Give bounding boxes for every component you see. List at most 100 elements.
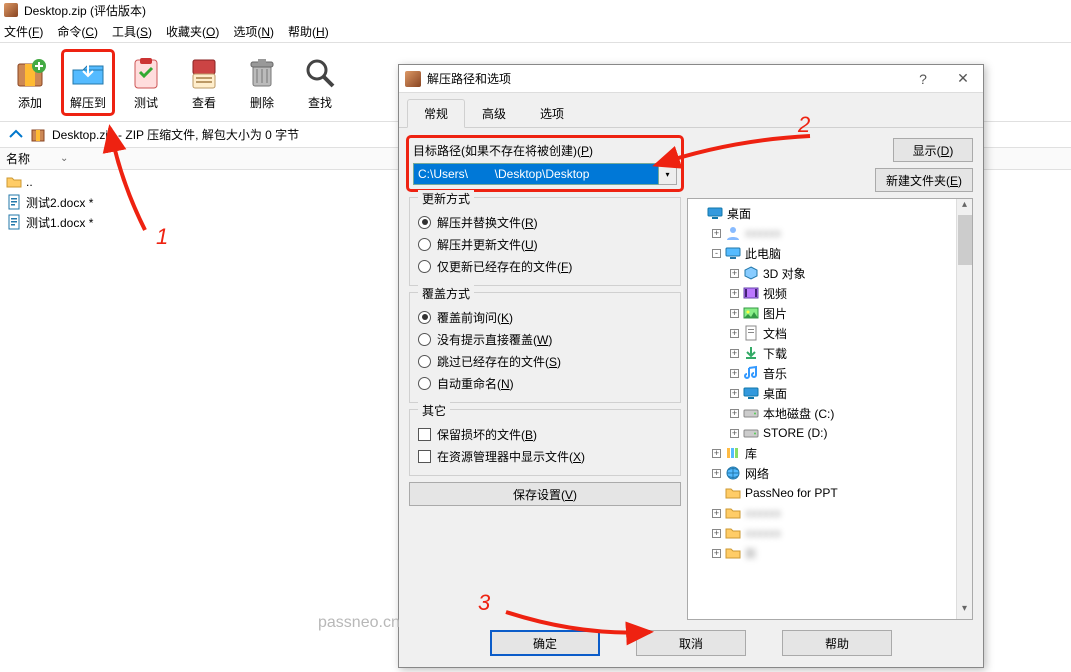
- tree-expander-icon[interactable]: +: [730, 289, 739, 298]
- tree-item[interactable]: +库: [690, 443, 970, 463]
- menu-item[interactable]: 选项(N): [233, 23, 274, 40]
- option-row[interactable]: 解压并更新文件(U): [418, 233, 672, 255]
- radio-icon[interactable]: [418, 311, 431, 324]
- cancel-button[interactable]: 取消: [636, 630, 746, 656]
- radio-icon[interactable]: [418, 355, 431, 368]
- tree-item[interactable]: +STORE (D:): [690, 423, 970, 443]
- find-button[interactable]: 查找: [296, 54, 344, 111]
- option-label: 覆盖前询问(K): [437, 309, 513, 326]
- tree-label: 库: [745, 445, 757, 462]
- help-button[interactable]: 帮助: [782, 630, 892, 656]
- dialog-title-bar[interactable]: 解压路径和选项 ? ✕: [399, 65, 983, 93]
- test-button[interactable]: 测试: [122, 54, 170, 111]
- folder-tree[interactable]: 桌面+xxxxxx-此电脑+3D 对象+视频+图片+文档+下载+音乐+桌面+本地…: [687, 198, 973, 620]
- desktop-icon: [707, 205, 723, 221]
- tree-item[interactable]: -此电脑: [690, 243, 970, 263]
- option-row[interactable]: 解压并替换文件(R): [418, 211, 672, 233]
- tree-item[interactable]: PassNeo for PPT: [690, 483, 970, 503]
- tree-item[interactable]: +xxxxxx: [690, 523, 970, 543]
- sort-indicator-icon: ⌄: [60, 153, 68, 164]
- option-row[interactable]: 跳过已经存在的文件(S): [418, 350, 672, 372]
- dialog-help-button[interactable]: ?: [903, 65, 943, 92]
- menu-item[interactable]: 文件(F): [4, 23, 43, 40]
- radio-icon[interactable]: [418, 333, 431, 346]
- tree-item[interactable]: +网络: [690, 463, 970, 483]
- tree-expander-icon[interactable]: +: [712, 509, 721, 518]
- tree-item[interactable]: +下载: [690, 343, 970, 363]
- menu-item[interactable]: 帮助(H): [288, 23, 329, 40]
- tree-expander-icon[interactable]: +: [712, 449, 721, 458]
- tree-expander-icon[interactable]: +: [730, 349, 739, 358]
- view-button[interactable]: 查看: [180, 54, 228, 111]
- tree-expander-icon[interactable]: +: [730, 389, 739, 398]
- option-label: 解压并替换文件(R): [437, 214, 538, 231]
- ok-button[interactable]: 确定: [490, 630, 600, 656]
- extract-to-button[interactable]: 解压到: [64, 52, 112, 113]
- tree-expander-icon[interactable]: +: [712, 549, 721, 558]
- option-row[interactable]: 保留损坏的文件(B): [418, 423, 672, 445]
- radio-icon[interactable]: [418, 260, 431, 273]
- checkbox-icon[interactable]: [418, 450, 431, 463]
- tree-expander-icon[interactable]: +: [712, 469, 721, 478]
- tab-0[interactable]: 常规: [407, 99, 465, 128]
- tree-expander-icon[interactable]: +: [730, 309, 739, 318]
- tree-item[interactable]: 桌面: [690, 203, 970, 223]
- tree-label: 文档: [763, 325, 787, 342]
- tree-expander-icon[interactable]: +: [730, 329, 739, 338]
- file-name: 测试2.docx *: [26, 194, 93, 211]
- tree-item[interactable]: +桌面: [690, 383, 970, 403]
- tab-1[interactable]: 高级: [465, 99, 523, 127]
- delete-button[interactable]: 删除: [238, 54, 286, 111]
- file-type-icon: [6, 194, 22, 210]
- test-button-icon: [127, 54, 165, 92]
- tab-2[interactable]: 选项: [523, 99, 581, 127]
- tree-item[interactable]: +音乐: [690, 363, 970, 383]
- tree-item[interactable]: +视频: [690, 283, 970, 303]
- view-button-icon: [185, 54, 223, 92]
- tree-expander-icon[interactable]: +: [730, 429, 739, 438]
- tree-expander-icon[interactable]: +: [730, 369, 739, 378]
- folder-icon: [725, 545, 741, 561]
- radio-icon[interactable]: [418, 216, 431, 229]
- option-row[interactable]: 没有提示直接覆盖(W): [418, 328, 672, 350]
- option-label: 保留损坏的文件(B): [437, 426, 537, 443]
- window-title: Desktop.zip (评估版本): [24, 2, 146, 19]
- tree-scrollbar[interactable]: ▴▾: [956, 199, 972, 619]
- display-button[interactable]: 显示(D): [893, 138, 973, 162]
- dialog-close-button[interactable]: ✕: [943, 65, 983, 92]
- tree-item[interactable]: +xxxxxx: [690, 503, 970, 523]
- option-row[interactable]: 仅更新已经存在的文件(F): [418, 255, 672, 277]
- tree-item[interactable]: +3D 对象: [690, 263, 970, 283]
- menu-item[interactable]: 命令(C): [57, 23, 98, 40]
- column-name[interactable]: 名称: [6, 150, 60, 167]
- up-icon[interactable]: [8, 127, 24, 143]
- add-button[interactable]: 添加: [6, 54, 54, 111]
- tree-expander-icon[interactable]: +: [712, 529, 721, 538]
- radio-icon[interactable]: [418, 377, 431, 390]
- radio-icon[interactable]: [418, 238, 431, 251]
- tree-item[interactable]: +图片: [690, 303, 970, 323]
- tree-item[interactable]: + 文档: [690, 323, 970, 343]
- menu-item[interactable]: 工具(S): [112, 23, 152, 40]
- target-path-dropdown[interactable]: ▾: [659, 163, 677, 185]
- tree-item[interactable]: + 本地磁盘 (C:): [690, 403, 970, 423]
- save-settings-button[interactable]: 保存设置(V): [409, 482, 681, 506]
- option-row[interactable]: 覆盖前询问(K): [418, 306, 672, 328]
- tree-expander-icon[interactable]: -: [712, 249, 721, 258]
- tree-item[interactable]: +新: [690, 543, 970, 563]
- toolbar-label: 查看: [192, 94, 216, 111]
- menu-item[interactable]: 收藏夹(O): [166, 23, 219, 40]
- option-row[interactable]: 自动重命名(N): [418, 372, 672, 394]
- tree-expander-icon[interactable]: +: [730, 409, 739, 418]
- tree-label: 本地磁盘 (C:): [763, 405, 834, 422]
- tree-expander-icon[interactable]: +: [730, 269, 739, 278]
- overwrite-legend: 覆盖方式: [418, 285, 474, 302]
- new-folder-button[interactable]: 新建文件夹(E): [875, 168, 973, 192]
- target-path-input[interactable]: [413, 163, 659, 185]
- tree-expander-icon[interactable]: +: [712, 229, 721, 238]
- checkbox-icon[interactable]: [418, 428, 431, 441]
- app-icon: [4, 3, 18, 17]
- tree-item[interactable]: +xxxxxx: [690, 223, 970, 243]
- option-row[interactable]: 在资源管理器中显示文件(X): [418, 445, 672, 467]
- net-icon: [725, 465, 741, 481]
